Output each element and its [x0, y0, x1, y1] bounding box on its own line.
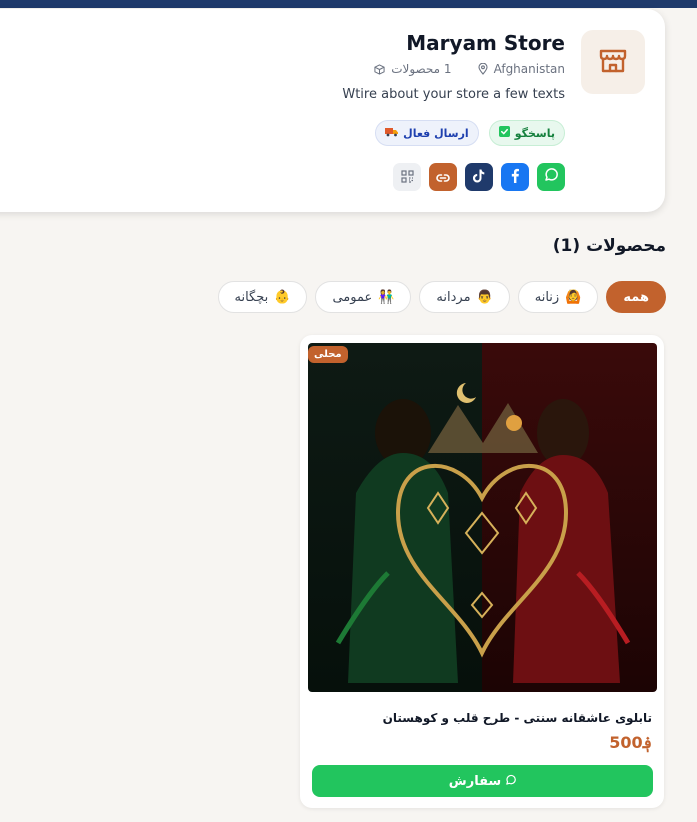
- product-tag-badge: محلی: [308, 346, 348, 363]
- product-price: ؋500: [609, 733, 652, 752]
- baby-emoji-icon: 👶: [274, 289, 291, 305]
- responsive-badge: پاسخگو: [488, 120, 565, 146]
- filter-men[interactable]: مردانه 👨: [419, 281, 510, 313]
- whatsapp-button[interactable]: [537, 163, 565, 191]
- tiktok-button[interactable]: [465, 163, 493, 191]
- category-filters: همه زنانه 🙆 مردانه 👨 عمومی 👫 بچگانه 👶: [217, 281, 666, 313]
- filter-women[interactable]: زنانه 🙆: [517, 281, 599, 313]
- location-pin-icon: [478, 63, 488, 75]
- order-button[interactable]: سفارش: [312, 765, 653, 797]
- store-description: Wtire about your store a few texts: [342, 87, 565, 102]
- badge-label: ارسال فعال: [403, 126, 469, 140]
- facebook-icon: [510, 168, 520, 187]
- shipping-badge: ارسال فعال: [375, 120, 479, 146]
- filter-label: همه: [623, 289, 649, 305]
- store-info-card: [0, 9, 665, 212]
- products-section-title: محصولات (1): [552, 236, 666, 256]
- filter-kids[interactable]: بچگانه 👶: [217, 281, 308, 313]
- qr-code-button[interactable]: [393, 163, 421, 191]
- order-button-label: سفارش: [448, 773, 502, 789]
- product-title[interactable]: تابلوی عاشقانه سنتی - طرح قلب و کوهستان: [383, 711, 652, 725]
- filter-label: مردانه: [436, 289, 471, 305]
- social-links: [393, 163, 565, 191]
- link-icon: [436, 168, 450, 187]
- copy-link-button[interactable]: [429, 163, 457, 191]
- filter-general[interactable]: عمومی 👫: [315, 281, 412, 313]
- badge-label: پاسخگو: [514, 126, 555, 140]
- store-badges: پاسخگو ارسال فعال: [375, 120, 565, 146]
- store-location: Afghanistan: [493, 62, 565, 76]
- man-emoji-icon: 👨: [476, 289, 493, 305]
- store-meta: 1 محصولات Afghanistan: [374, 62, 565, 76]
- filter-label: عمومی: [332, 289, 373, 305]
- woman-emoji-icon: 🙆: [565, 289, 582, 305]
- filter-label: بچگانه: [234, 289, 269, 305]
- cube-icon: [374, 63, 385, 75]
- qr-code-icon: [400, 168, 414, 187]
- couple-emoji-icon: 👫: [378, 289, 395, 305]
- top-header-bar: [0, 0, 697, 8]
- truck-icon: [385, 127, 399, 140]
- product-card[interactable]: محلی تابلوی عاشقانه سنتی - طرح قلب و کوه…: [300, 335, 664, 808]
- tiktok-icon: [472, 168, 485, 187]
- product-image[interactable]: [308, 343, 657, 692]
- filter-all[interactable]: همه: [606, 281, 666, 313]
- store-name: Maryam Store: [406, 31, 565, 55]
- check-box-icon: [498, 126, 510, 140]
- store-icon: [597, 44, 629, 80]
- store-logo: [581, 30, 645, 94]
- product-count: 1 محصولات: [391, 62, 452, 76]
- whatsapp-icon: [543, 167, 559, 187]
- filter-label: زنانه: [534, 289, 560, 305]
- facebook-button[interactable]: [501, 163, 529, 191]
- chat-bubble-icon: [505, 774, 517, 789]
